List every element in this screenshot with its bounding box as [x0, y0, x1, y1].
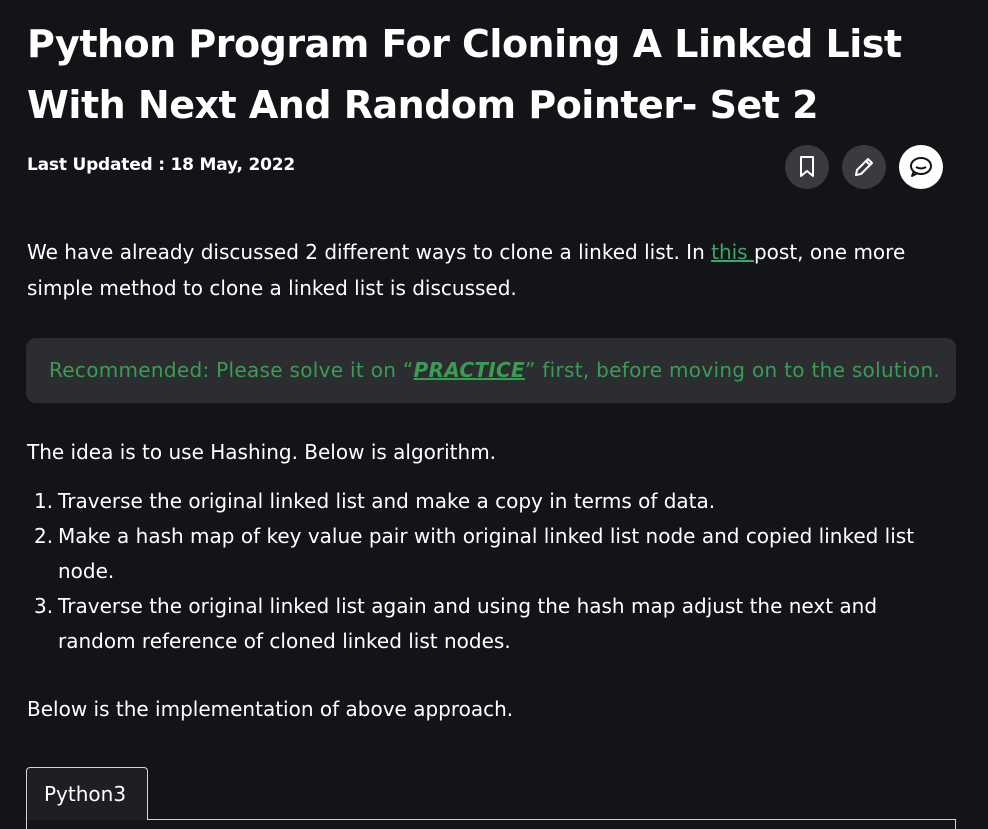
step-number: 3. [34, 594, 54, 618]
this-post-link[interactable]: this [711, 240, 754, 264]
practice-link[interactable]: PRACTICE [414, 358, 525, 382]
step-number: 1. [34, 489, 54, 513]
page-title: Python Program For Cloning A Linked List… [27, 22, 902, 127]
idea-paragraph: The idea is to use Hashing. Below is alg… [27, 440, 497, 464]
pencil-icon [855, 158, 873, 176]
list-item: 1. Traverse the original linked list and… [27, 484, 947, 519]
tab-label: Python3 [44, 782, 127, 806]
intro-text-start: We have already discussed 2 different wa… [27, 240, 712, 264]
implementation-paragraph: Below is the implementation of above app… [27, 697, 514, 721]
tab-python3[interactable]: Python3 [26, 767, 148, 820]
last-updated: Last Updated : 18 May, 2022 [27, 155, 296, 175]
comment-button[interactable] [899, 145, 943, 189]
comment-icon [910, 157, 932, 177]
step-text: Traverse the original linked list again … [58, 594, 878, 653]
list-item: 3. Traverse the original linked list aga… [27, 589, 947, 659]
bookmark-icon [800, 156, 814, 177]
step-number: 2. [34, 524, 54, 548]
recommended-prefix: Recommended: Please solve it on “ [49, 358, 414, 382]
recommended-suffix: ” first, before moving on to the solutio… [524, 358, 941, 382]
step-text: Traverse the original linked list and ma… [58, 489, 716, 513]
recommended-text: Recommended: Please solve it on “PRACTIC… [49, 354, 940, 386]
list-item: 2. Make a hash map of key value pair wit… [27, 519, 947, 589]
algorithm-steps: 1. Traverse the original linked list and… [27, 484, 947, 659]
article-meta: Last Updated : 18 May, 2022 [27, 145, 947, 191]
step-text: Make a hash map of key value pair with o… [58, 524, 915, 583]
bookmark-button[interactable] [785, 145, 829, 189]
intro-paragraph: We have already discussed 2 different wa… [27, 234, 947, 306]
edit-button[interactable] [842, 145, 886, 189]
recommended-practice-box: Recommended: Please solve it on “PRACTIC… [26, 338, 956, 403]
